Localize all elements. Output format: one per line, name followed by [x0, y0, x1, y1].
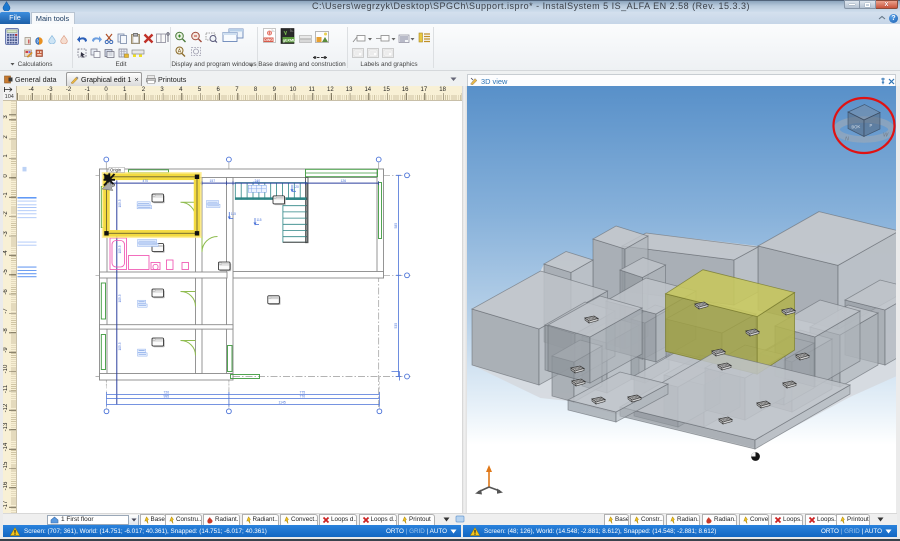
svg-text:126: 126: [340, 178, 346, 182]
svg-text:470: 470: [142, 178, 148, 182]
svg-text:120: 120: [293, 184, 299, 188]
svg-text:P: P: [870, 123, 873, 128]
svg-text:gbXML: gbXML: [283, 38, 296, 42]
svg-text:535: 535: [394, 322, 398, 328]
svg-text:157: 157: [209, 178, 215, 182]
svg-text:770: 770: [299, 394, 305, 398]
svg-text:115: 115: [256, 218, 261, 222]
svg-text:1145: 1145: [278, 400, 285, 404]
svg-text:W: W: [883, 133, 889, 139]
svg-text:240: 240: [254, 178, 260, 182]
svg-text:105.5: 105.5: [118, 342, 122, 350]
svg-text:585: 585: [394, 222, 398, 228]
svg-text:105.5: 105.5: [118, 199, 122, 207]
svg-text:Origin: Origin: [110, 167, 122, 172]
svg-text:995: 995: [163, 394, 169, 398]
svg-text:N: N: [845, 137, 849, 143]
svg-text:115: 115: [230, 212, 235, 216]
svg-text:DWG: DWG: [264, 38, 273, 42]
svg-text:BOK: BOK: [851, 124, 860, 129]
svg-text:105.5: 105.5: [118, 294, 122, 302]
svg-text:105.5: 105.5: [118, 245, 122, 253]
